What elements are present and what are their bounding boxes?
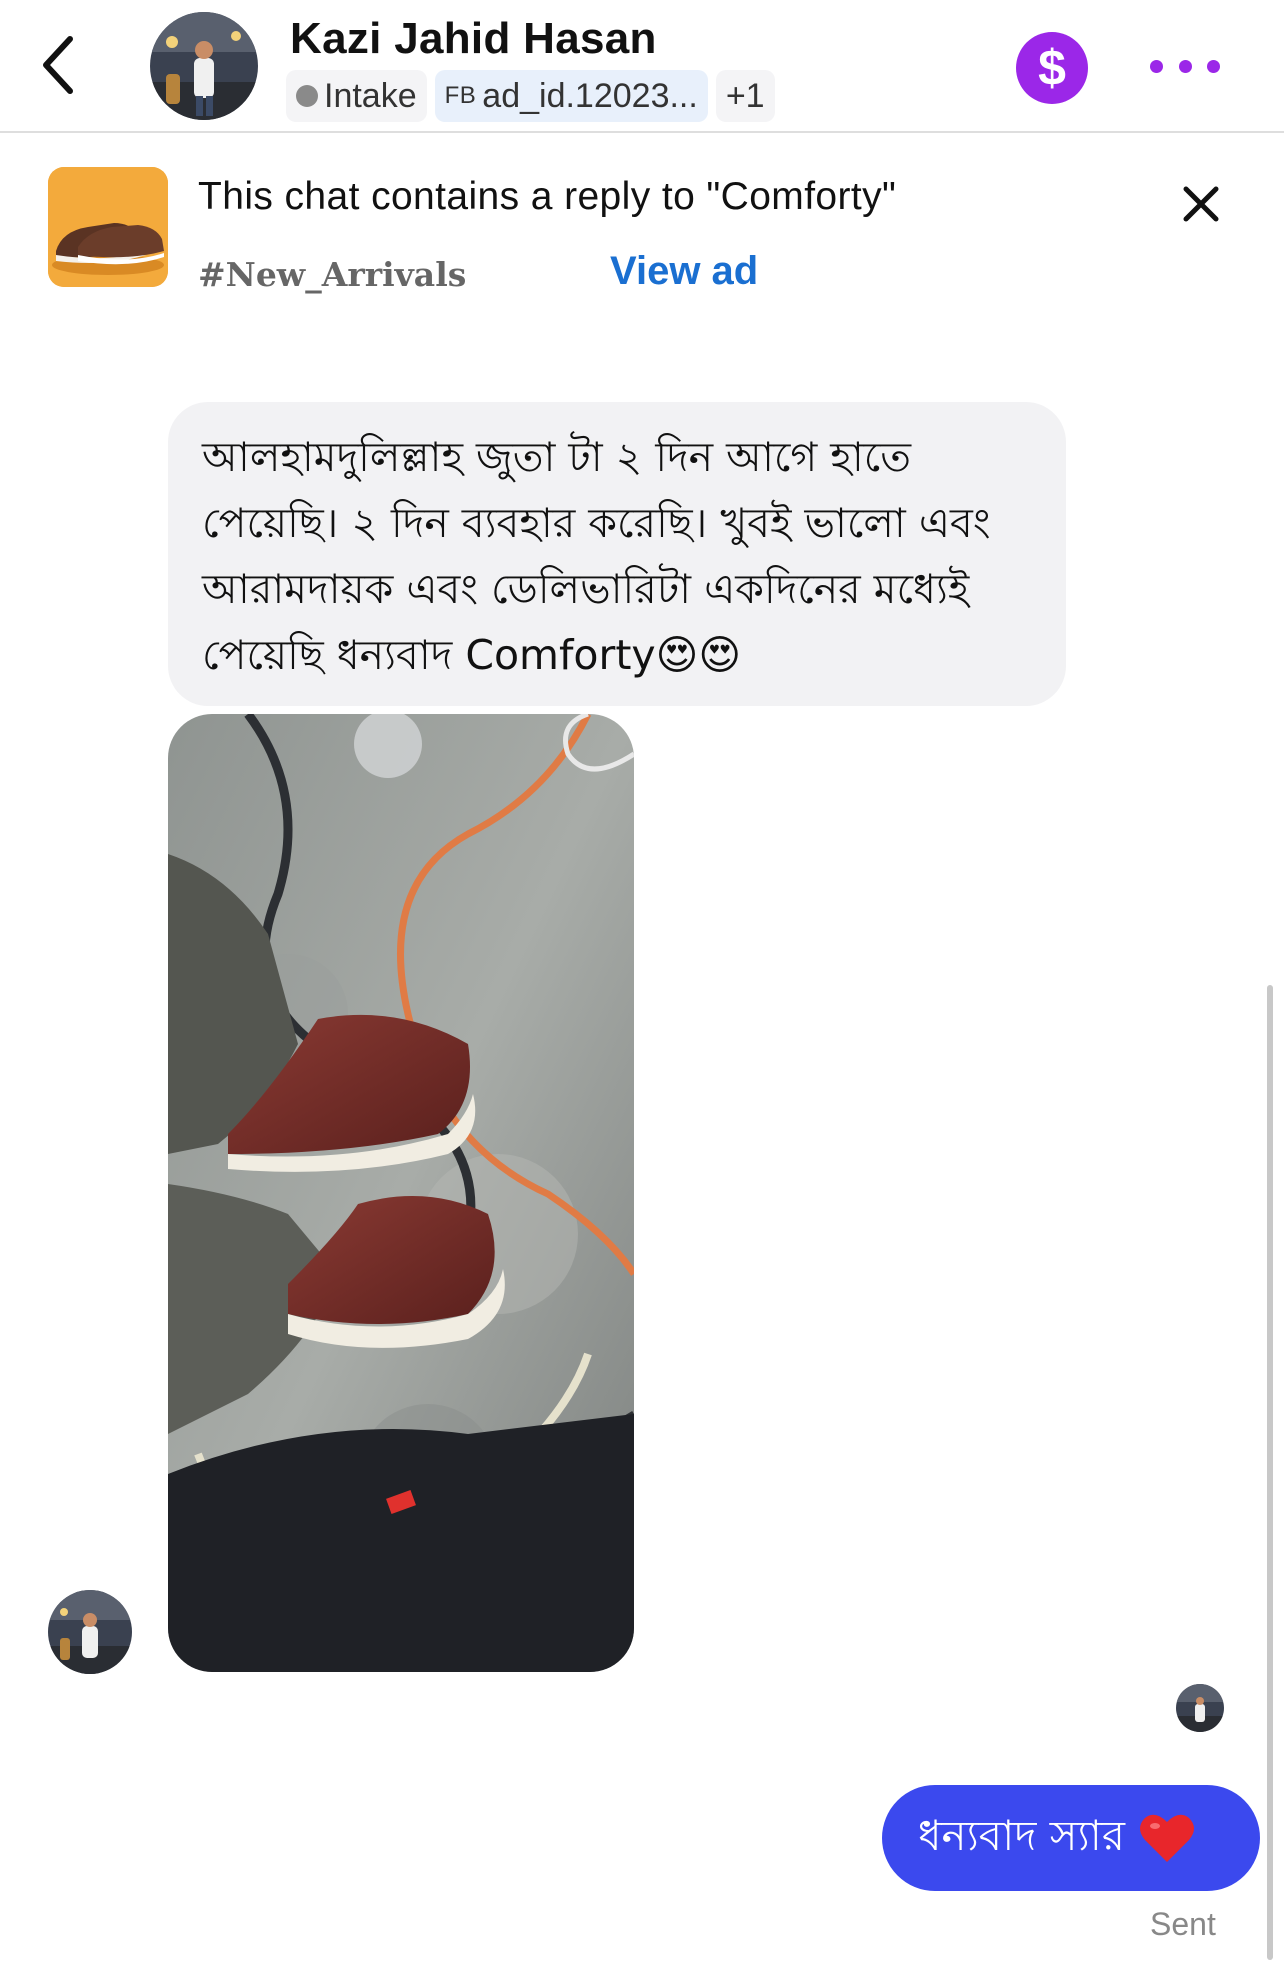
ad-reply-title: This chat contains a reply to "Comforty": [198, 175, 897, 218]
sent-message-bubble[interactable]: ধন্যবাদ স্যার: [882, 1785, 1260, 1891]
ad-id-chip[interactable]: FB ad_id.12023...: [434, 70, 708, 122]
contact-name: Kazi Jahid Hasan: [290, 14, 657, 63]
chat-header: Kazi Jahid Hasan Intake FB ad_id.12023..…: [0, 0, 1284, 133]
dollar-icon: $: [1038, 41, 1066, 95]
close-banner-button[interactable]: [1176, 179, 1226, 229]
heart-emoji: [1139, 1814, 1194, 1862]
back-button[interactable]: [30, 30, 86, 100]
received-message-bubble[interactable]: আলহামদুলিল্লাহ জুতা টা ২ দিন আগে হাতে পে…: [168, 402, 1066, 706]
ad-id-label: ad_id.12023...: [482, 76, 698, 115]
status-dot-icon: [296, 85, 318, 107]
more-icon-dot: [1207, 59, 1220, 73]
sent-message-text: ধন্যবাদ স্যার: [918, 1810, 1125, 1860]
scrollbar[interactable]: [1267, 985, 1273, 1960]
read-receipt-avatar: [1176, 1684, 1224, 1732]
more-options-button[interactable]: [1150, 44, 1220, 88]
view-ad-link[interactable]: View ad: [610, 249, 758, 294]
ad-thumbnail[interactable]: [48, 167, 168, 287]
close-icon: [1183, 186, 1219, 222]
more-tags-chip[interactable]: +1: [715, 70, 775, 122]
svg-text:$: $: [1038, 41, 1066, 95]
payment-button[interactable]: $: [1016, 32, 1088, 104]
more-tags-count: +1: [725, 76, 765, 115]
contact-avatar[interactable]: [150, 12, 258, 120]
more-icon: [1150, 59, 1163, 73]
chat-screen: Kazi Jahid Hasan Intake FB ad_id.12023..…: [0, 0, 1284, 1963]
contact-tags: Intake FB ad_id.12023... +1: [286, 70, 775, 122]
sent-status: Sent: [1150, 1906, 1216, 1942]
back-icon: [43, 36, 73, 94]
ad-reply-banner: This chat contains a reply to "Comforty"…: [0, 135, 1284, 325]
more-icon-dot: [1178, 59, 1192, 73]
ad-hashtag: #New_Arrivals: [198, 255, 467, 294]
status-chip[interactable]: Intake: [286, 70, 427, 122]
status-label: Intake: [324, 76, 417, 115]
received-message-text: আলহামদুলিল্লাহ জুতা টা ২ দিন আগে হাতে পে…: [202, 433, 991, 679]
received-photo[interactable]: [168, 714, 634, 1672]
fb-tag: FB: [444, 82, 477, 109]
sender-avatar[interactable]: [48, 1590, 132, 1674]
